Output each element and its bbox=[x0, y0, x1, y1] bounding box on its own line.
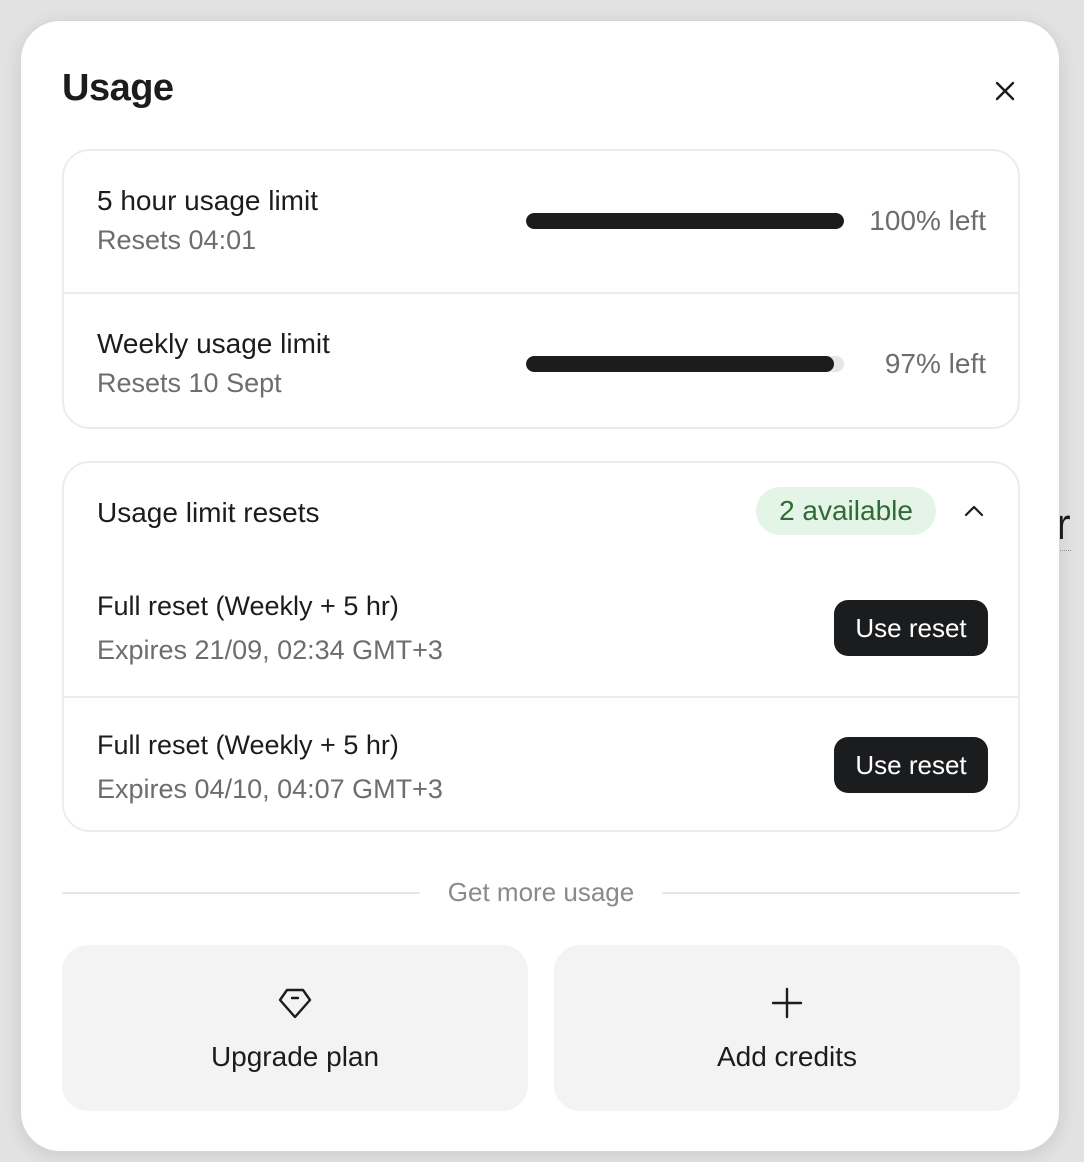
reset-name: Full reset (Weekly + 5 hr) bbox=[97, 591, 399, 621]
limit-title: Weekly usage limit bbox=[97, 328, 330, 359]
limit-reset-time: Resets 04:01 bbox=[97, 225, 257, 255]
usage-limits-card: 5 hour usage limit Resets 04:01 100% lef… bbox=[62, 149, 1020, 429]
use-reset-button[interactable]: Use reset bbox=[834, 737, 988, 793]
limit-percent-left: 100% left bbox=[869, 205, 986, 236]
upgrade-plan-label: Upgrade plan bbox=[210, 1041, 380, 1072]
limit-percent-left: 97% left bbox=[884, 348, 986, 379]
reset-expiry: Expires 21/09, 02:34 GMT+3 bbox=[97, 635, 443, 665]
reset-expiry: Expires 04/10, 04:07 GMT+3 bbox=[97, 774, 443, 804]
collapse-button[interactable] bbox=[960, 497, 988, 525]
usage-progress-bar bbox=[526, 213, 844, 229]
reset-item: Full reset (Weekly + 5 hr) Expires 04/10… bbox=[64, 696, 1018, 832]
usage-progress-fill bbox=[526, 213, 844, 229]
divider-line bbox=[662, 892, 1020, 894]
use-reset-button[interactable]: Use reset bbox=[834, 600, 988, 656]
usage-progress-bar bbox=[526, 356, 844, 372]
add-credits-button[interactable]: Add credits bbox=[554, 945, 1020, 1111]
tag-icon bbox=[275, 983, 315, 1023]
resets-header[interactable]: Usage limit resets 2 available bbox=[64, 463, 1018, 563]
limit-reset-time: Resets 10 Sept bbox=[97, 368, 282, 398]
close-button[interactable] bbox=[987, 73, 1023, 109]
upgrade-plan-button[interactable]: Upgrade plan bbox=[62, 945, 528, 1111]
limit-row-5-hour: 5 hour usage limit Resets 04:01 100% lef… bbox=[64, 151, 1018, 292]
reset-item: Full reset (Weekly + 5 hr) Expires 21/09… bbox=[64, 563, 1018, 696]
add-credits-label: Add credits bbox=[716, 1041, 858, 1072]
usage-resets-card: Usage limit resets 2 available Full rese… bbox=[62, 461, 1020, 832]
reset-name: Full reset (Weekly + 5 hr) bbox=[97, 730, 399, 760]
usage-progress-fill bbox=[526, 356, 835, 372]
plus-icon bbox=[767, 983, 807, 1023]
limit-title: 5 hour usage limit bbox=[97, 185, 319, 216]
close-icon bbox=[995, 81, 1015, 101]
limit-row-weekly: Weekly usage limit Resets 10 Sept 97% le… bbox=[64, 292, 1018, 429]
chevron-up-icon bbox=[964, 505, 984, 517]
modal-title: Usage bbox=[62, 67, 174, 109]
get-more-usage-divider: Get more usage bbox=[62, 873, 1020, 913]
available-badge: 2 available bbox=[756, 487, 936, 535]
usage-modal: Usage 5 hour usage limit Resets 04:01 10… bbox=[20, 20, 1060, 1152]
resets-title: Usage limit resets bbox=[97, 497, 320, 528]
